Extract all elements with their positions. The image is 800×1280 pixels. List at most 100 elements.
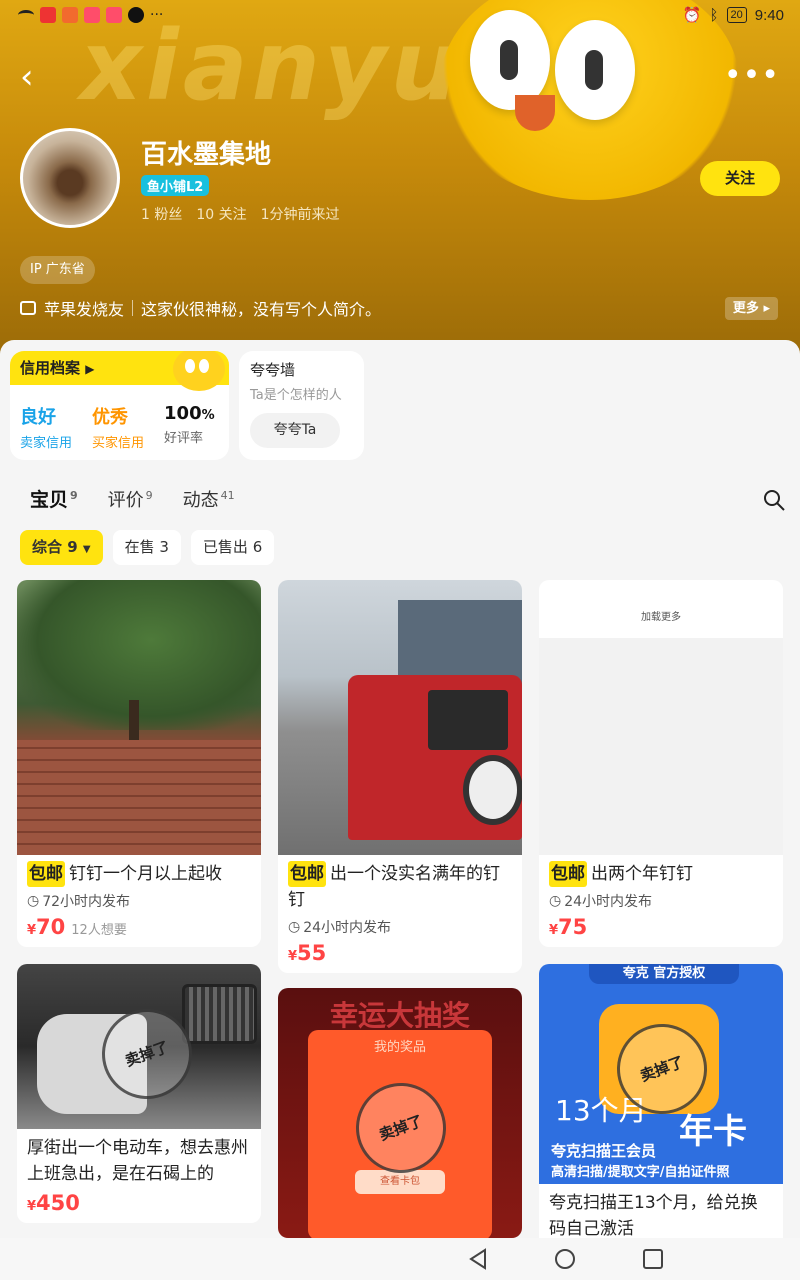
- shop-profile-screen: { "status_bar": {"time": "9:40", "batter…: [0, 0, 800, 1280]
- currency: ¥: [549, 923, 559, 938]
- filter-sold[interactable]: 已售出 6: [190, 530, 275, 565]
- clock-icon: ◷: [27, 893, 40, 909]
- filter-label: 综合 9: [32, 538, 78, 556]
- back-triangle-icon[interactable]: [468, 1248, 488, 1270]
- following-count[interactable]: 10 关注: [196, 204, 246, 224]
- praise-wall-subtitle: Ta是个怎样的人: [250, 388, 342, 403]
- more-bio-button[interactable]: 更多 ▸: [724, 297, 778, 320]
- item-image: 卖掉了: [17, 964, 261, 1129]
- tab-count: 9: [70, 488, 78, 502]
- currency: ¥: [27, 923, 37, 938]
- item-card[interactable]: 包邮 出一个没实名满年的钉钉 ◷ 24小时内发布 ¥55: [278, 580, 522, 973]
- item-title: 厚街出一个电动车，想去惠州上班急出，是在石碣上的: [27, 1138, 248, 1184]
- seller-credit-label: 卖家信用: [20, 436, 73, 451]
- avatar[interactable]: [20, 128, 120, 228]
- publish-time: 72小时内发布: [42, 894, 131, 910]
- recent-apps-icon[interactable]: [642, 1248, 664, 1270]
- seller-credit: 良好 卖家信用: [20, 403, 72, 451]
- follow-button[interactable]: 关注: [700, 161, 780, 196]
- back-icon[interactable]: ‹: [20, 60, 50, 94]
- system-nav-bar: [0, 1238, 800, 1280]
- chevron-right-icon: ▶: [85, 362, 95, 376]
- item-card[interactable]: 夸克 官方授权 13个月 年卡 夸克扫描王会员 高清扫描/提取文字/自拍证件照 …: [539, 964, 783, 1250]
- home-circle-icon[interactable]: [554, 1248, 576, 1270]
- praise-wall-title: 夸夸墙: [250, 361, 296, 379]
- image-text: 高清扫描/提取文字/自拍证件照: [551, 1165, 730, 1180]
- level-badge[interactable]: 鱼小铺L2: [141, 175, 210, 196]
- buyer-credit: 优秀 买家信用: [92, 403, 144, 451]
- wants-count: 12人想要: [71, 923, 127, 938]
- caret-down-icon: ▼: [82, 544, 91, 555]
- clock-icon: ◷: [288, 919, 301, 935]
- mascot-eye: [555, 20, 635, 120]
- buyer-credit-label: 买家信用: [92, 436, 145, 451]
- more-bio-label: 更多: [732, 301, 759, 316]
- free-shipping-tag: 包邮: [288, 861, 326, 887]
- divider: [132, 300, 134, 316]
- item-title: 夸克扫描王13个月，给兑换码自己激活: [549, 1193, 758, 1239]
- image-text: 查看卡包: [355, 1170, 445, 1194]
- ip-location-badge: IP 广东省: [20, 256, 95, 284]
- last-seen: 1分钟前来过: [260, 207, 340, 223]
- currency: ¥: [288, 949, 298, 964]
- item-card[interactable]: 幸运大抽奖 我的奖品 查看卡包 卖掉了: [278, 988, 522, 1238]
- status-bar: ··· ⏰ ᛒ 20 9:40: [0, 0, 800, 30]
- item-card[interactable]: 卖掉了 厚街出一个电动车，想去惠州上班急出，是在石碣上的 ¥450: [17, 964, 261, 1223]
- clock-icon: ◷: [549, 893, 562, 909]
- item-price: 70: [36, 915, 66, 939]
- item-image: [278, 580, 522, 855]
- tab-count: 41: [220, 489, 235, 502]
- fans-count[interactable]: 1 粉丝: [141, 204, 182, 224]
- filter-chips: 综合 9 ▼ 在售 3 已售出 6: [20, 530, 275, 565]
- bio-text: 这家伙很神秘，没有写个人简介。: [141, 300, 382, 319]
- app-notification-icon: [106, 7, 122, 23]
- more-options-icon[interactable]: •••: [724, 61, 780, 91]
- profile-header: xianyu ··· ⏰ ᛒ 20 9:40 ‹ ••• 百水墨集地 鱼小铺L2…: [0, 0, 800, 362]
- item-image: 幸运大抽奖 我的奖品 查看卡包 卖掉了: [278, 988, 522, 1238]
- rating-label: 好评率: [164, 431, 204, 446]
- shop-name: 百水墨集地: [141, 140, 272, 170]
- tabs: 宝贝 9 评价 9 动态 41: [30, 485, 235, 513]
- item-price: 75: [558, 915, 588, 939]
- item-card[interactable]: 包邮 钉钉一个月以上起收 ◷ 72小时内发布 ¥70 12人想要: [17, 580, 261, 947]
- item-card[interactable]: 加载更多 包邮 出两个年钉钉 ◷ 24小时内发布 ¥75: [539, 580, 783, 947]
- item-image: 加载更多: [539, 580, 783, 855]
- image-text: 我的奖品: [373, 1040, 426, 1055]
- app-notification-icon: [62, 7, 78, 23]
- item-title: 出两个年钉钉: [591, 864, 693, 884]
- tab-label: 动态: [182, 490, 219, 511]
- credit-card[interactable]: 信用档案 ▶ 良好 卖家信用 优秀 买家信用 100% 好评率: [10, 351, 229, 460]
- search-icon[interactable]: [762, 488, 786, 512]
- publish-time: 24小时内发布: [564, 894, 653, 910]
- tab-reviews[interactable]: 评价 9: [108, 486, 153, 512]
- app-notification-icon: [84, 7, 100, 23]
- buyer-credit-value: 优秀: [92, 407, 129, 428]
- bluetooth-icon: ᛒ: [709, 6, 719, 24]
- filter-all[interactable]: 综合 9 ▼: [20, 530, 103, 565]
- free-shipping-tag: 包邮: [27, 861, 65, 887]
- item-price: 55: [297, 941, 327, 965]
- rating-value: 100: [164, 403, 202, 424]
- image-text: 夸克 官方授权: [589, 964, 739, 984]
- weibo-icon: [40, 7, 56, 23]
- content-panel: 信用档案 ▶ 良好 卖家信用 优秀 买家信用 100% 好评率 夸夸墙 Ta是个…: [0, 340, 800, 1250]
- bio-row: 苹果发烧友 这家伙很神秘，没有写个人简介。: [20, 296, 381, 320]
- tab-label: 宝贝: [30, 489, 69, 511]
- image-text: 年卡: [679, 1112, 747, 1152]
- positive-rating: 100% 好评率: [164, 403, 215, 451]
- item-image: [17, 580, 261, 855]
- item-image: 夸克 官方授权 13个月 年卡 夸克扫描王会员 高清扫描/提取文字/自拍证件照 …: [539, 964, 783, 1184]
- praise-button[interactable]: 夸夸Ta: [250, 413, 340, 448]
- tab-label: 评价: [107, 490, 144, 511]
- item-title: 钉钉一个月以上起收: [69, 864, 222, 884]
- tab-items[interactable]: 宝贝 9: [30, 485, 78, 513]
- filter-on-sale[interactable]: 在售 3: [112, 530, 181, 565]
- praise-wall-card[interactable]: 夸夸墙 Ta是个怎样的人 夸夸Ta: [239, 351, 364, 460]
- clock: 9:40: [754, 6, 784, 24]
- free-shipping-tag: 包邮: [549, 861, 587, 887]
- image-text: 夸克扫描王会员: [551, 1142, 657, 1160]
- more-notifications-icon: ···: [150, 7, 164, 23]
- seller-credit-value: 良好: [20, 407, 56, 428]
- tab-activity[interactable]: 动态 41: [183, 486, 235, 512]
- currency: ¥: [27, 1199, 37, 1214]
